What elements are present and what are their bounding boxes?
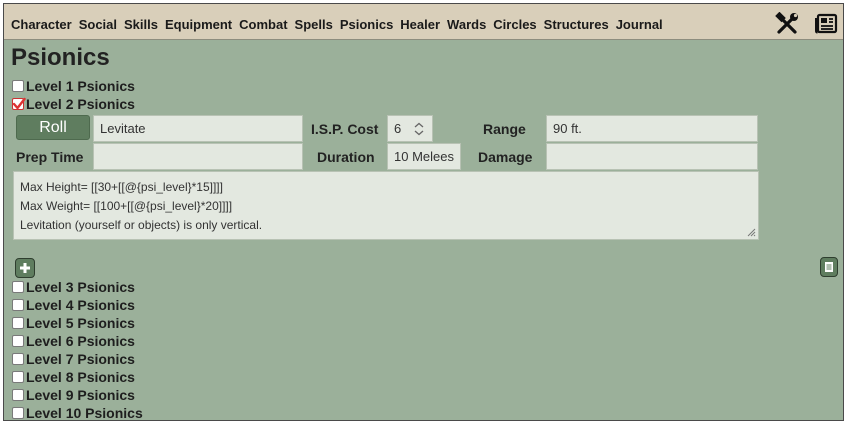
newspaper-icon[interactable] bbox=[814, 13, 838, 35]
tab-journal[interactable]: Journal bbox=[616, 17, 663, 32]
level-9-checkbox[interactable] bbox=[12, 389, 24, 401]
range-label: Range bbox=[483, 121, 526, 137]
level-9-toggle[interactable]: Level 9 Psionics bbox=[12, 386, 135, 404]
sheet-nav-bar: Character Social Skills Equipment Combat… bbox=[4, 4, 843, 40]
prep-time-field[interactable] bbox=[93, 143, 303, 170]
level-6-checkbox[interactable] bbox=[12, 335, 24, 347]
level-9-label: Level 9 Psionics bbox=[26, 387, 135, 403]
tab-healer[interactable]: Healer bbox=[400, 17, 440, 32]
level-8-toggle[interactable]: Level 8 Psionics bbox=[12, 368, 135, 386]
description-line: Max Height= [[30+[[@{psi_level}*15]]]] bbox=[20, 180, 223, 194]
level-3-toggle[interactable]: Level 3 Psionics bbox=[12, 278, 135, 296]
prep-time-label: Prep Time bbox=[16, 149, 84, 165]
level-2-label: Level 2 Psionics bbox=[26, 96, 135, 112]
tab-psionics[interactable]: Psionics bbox=[340, 17, 393, 32]
power-description-textarea[interactable]: Max Height= [[30+[[@{psi_level}*15]]]] M… bbox=[13, 171, 759, 240]
nav-tabs: Character Social Skills Equipment Combat… bbox=[11, 17, 670, 32]
duration-field[interactable]: 10 Melees bbox=[387, 143, 461, 170]
level-1-checkbox[interactable] bbox=[12, 80, 24, 92]
damage-field[interactable] bbox=[546, 143, 758, 170]
resize-grip-icon[interactable] bbox=[747, 228, 756, 237]
level-1-label: Level 1 Psionics bbox=[26, 78, 135, 94]
modify-list-button[interactable] bbox=[820, 257, 838, 277]
stepper-arrows-icon[interactable] bbox=[414, 122, 424, 136]
level-6-label: Level 6 Psionics bbox=[26, 333, 135, 349]
add-power-button[interactable] bbox=[15, 258, 35, 278]
level-10-toggle[interactable]: Level 10 Psionics bbox=[12, 404, 143, 422]
list-icon bbox=[825, 262, 833, 272]
plus-icon bbox=[20, 263, 30, 273]
duration-label: Duration bbox=[317, 149, 375, 165]
isp-cost-label: I.S.P. Cost bbox=[311, 121, 379, 137]
level-6-toggle[interactable]: Level 6 Psionics bbox=[12, 332, 135, 350]
tab-character[interactable]: Character bbox=[11, 17, 72, 32]
crossed-hammer-wrench-icon[interactable] bbox=[774, 11, 800, 36]
level-4-toggle[interactable]: Level 4 Psionics bbox=[12, 296, 135, 314]
level-10-label: Level 10 Psionics bbox=[26, 405, 143, 421]
tab-combat[interactable]: Combat bbox=[239, 17, 287, 32]
range-field[interactable]: 90 ft. bbox=[546, 115, 758, 142]
isp-cost-stepper[interactable]: 6 bbox=[387, 115, 433, 142]
level-3-label: Level 3 Psionics bbox=[26, 279, 135, 295]
tab-spells[interactable]: Spells bbox=[295, 17, 333, 32]
level-2-toggle[interactable]: Level 2 Psionics bbox=[12, 95, 135, 113]
tab-social[interactable]: Social bbox=[79, 17, 117, 32]
tab-skills[interactable]: Skills bbox=[124, 17, 158, 32]
level-8-checkbox[interactable] bbox=[12, 371, 24, 383]
page-title: Psionics bbox=[11, 44, 110, 71]
level-3-checkbox[interactable] bbox=[12, 281, 24, 293]
level-7-checkbox[interactable] bbox=[12, 353, 24, 365]
level-1-toggle[interactable]: Level 1 Psionics bbox=[12, 77, 135, 95]
damage-label: Damage bbox=[478, 149, 533, 165]
checkmark-icon bbox=[12, 97, 26, 110]
tab-equipment[interactable]: Equipment bbox=[165, 17, 232, 32]
level-10-checkbox[interactable] bbox=[12, 407, 24, 419]
character-sheet: Character Social Skills Equipment Combat… bbox=[3, 3, 844, 421]
tab-structures[interactable]: Structures bbox=[544, 17, 609, 32]
isp-cost-value: 6 bbox=[394, 121, 402, 136]
level-7-toggle[interactable]: Level 7 Psionics bbox=[12, 350, 135, 368]
roll-button[interactable]: Roll bbox=[16, 115, 90, 140]
level-7-label: Level 7 Psionics bbox=[26, 351, 135, 367]
level-5-checkbox[interactable] bbox=[12, 317, 24, 329]
tab-wards[interactable]: Wards bbox=[447, 17, 486, 32]
description-line: Levitation (yourself or objects) is only… bbox=[20, 218, 263, 232]
level-8-label: Level 8 Psionics bbox=[26, 369, 135, 385]
power-name-field[interactable]: Levitate bbox=[93, 115, 303, 142]
tab-circles[interactable]: Circles bbox=[493, 17, 536, 32]
level-5-toggle[interactable]: Level 5 Psionics bbox=[12, 314, 135, 332]
level-2-checkbox[interactable] bbox=[12, 97, 26, 110]
level-5-label: Level 5 Psionics bbox=[26, 315, 135, 331]
level-4-checkbox[interactable] bbox=[12, 299, 24, 311]
description-line: Max Weight= [[100+[[@{psi_level}*20]]]] bbox=[20, 199, 233, 213]
level-4-label: Level 4 Psionics bbox=[26, 297, 135, 313]
